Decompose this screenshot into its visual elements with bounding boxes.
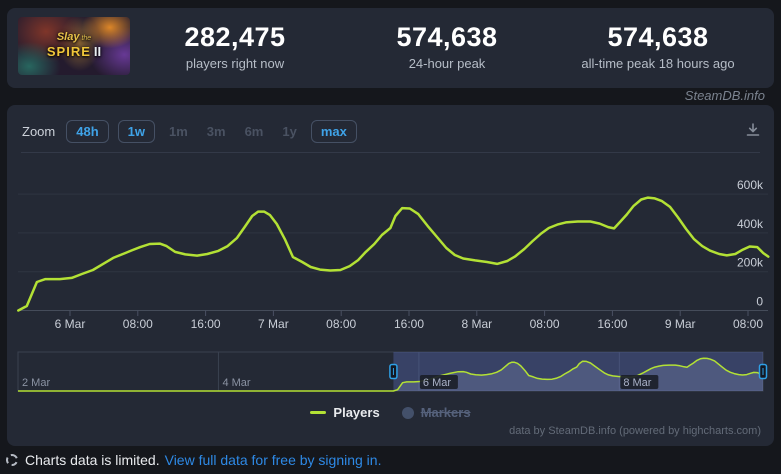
svg-text:400k: 400k [737, 217, 764, 231]
main-chart-axis-labels: 0 200k 400k 600k 6 Mar 08:00 16:00 7 Mar 08:00 16… [55, 178, 764, 331]
chart-legend: Players Markers [7, 405, 774, 420]
svg-text:200k: 200k [737, 256, 764, 270]
svg-text:08:00: 08:00 [123, 317, 153, 331]
chart-panel: Zoom 48h 1w 1m 3m 6m 1y max 0200k400k600… [7, 105, 774, 446]
legend-markers-label: Markers [421, 405, 471, 420]
svg-text:6 Mar: 6 Mar [55, 317, 86, 331]
svg-text:08:00: 08:00 [530, 317, 560, 331]
chart-credits: data by SteamDB.info (powered by highcha… [509, 425, 761, 437]
svg-text:8 Mar: 8 Mar [461, 317, 492, 331]
legend-players-label: Players [333, 405, 379, 420]
players-now-value: 282,475 [125, 22, 345, 53]
limited-data-icon [6, 454, 18, 466]
svg-text:6 Mar: 6 Mar [423, 377, 451, 389]
legend-item-players[interactable]: Players [310, 405, 379, 420]
stat-24h-peak: 574,638 24-hour peak [337, 22, 557, 71]
steamdb-watermark: SteamDB.info [685, 88, 765, 103]
players-line-series [18, 198, 768, 311]
game-capsule-image[interactable]: Slaythe SPIREII [18, 17, 130, 75]
players-series-swatch [310, 411, 326, 414]
stats-header: Slaythe SPIREII 282,475 players right no… [7, 8, 774, 88]
svg-text:08:00: 08:00 [733, 317, 763, 331]
svg-text:7 Mar: 7 Mar [258, 317, 289, 331]
markers-series-swatch [402, 407, 414, 419]
peak-24h-value: 574,638 [337, 22, 557, 53]
stat-alltime-peak: 574,638 all-time peak 18 hours ago [548, 22, 768, 71]
peak-24h-caption: 24-hour peak [337, 56, 557, 71]
stat-players-now: 282,475 players right now [125, 22, 345, 71]
svg-text:16:00: 16:00 [597, 317, 627, 331]
svg-text:600k: 600k [737, 178, 764, 192]
sign-in-link[interactable]: View full data for free by signing in. [165, 452, 382, 468]
svg-text:4 Mar: 4 Mar [222, 377, 250, 389]
limited-data-text: Charts data is limited. [25, 452, 160, 468]
players-now-caption: players right now [125, 56, 345, 71]
alltime-peak-value: 574,638 [548, 22, 768, 53]
players-chart: 0 200k 400k 600k 6 Mar 08:00 16:00 7 Mar 08:00 16… [7, 105, 774, 446]
game-title: Slaythe SPIREII [18, 29, 130, 58]
svg-text:8 Mar: 8 Mar [623, 377, 651, 389]
svg-text:0: 0 [756, 295, 763, 309]
alltime-peak-caption: all-time peak 18 hours ago [548, 56, 768, 71]
steamdb-chart-page: Slaythe SPIREII 282,475 players right no… [0, 0, 781, 474]
legend-item-markers[interactable]: Markers [402, 405, 471, 420]
svg-text:2 Mar: 2 Mar [22, 377, 50, 389]
svg-text:08:00: 08:00 [326, 317, 356, 331]
svg-text:9 Mar: 9 Mar [665, 317, 696, 331]
footer-notice-bar: Charts data is limited. View full data f… [0, 446, 781, 474]
main-chart-gridlines [18, 194, 768, 316]
svg-text:16:00: 16:00 [394, 317, 424, 331]
svg-text:16:00: 16:00 [191, 317, 221, 331]
